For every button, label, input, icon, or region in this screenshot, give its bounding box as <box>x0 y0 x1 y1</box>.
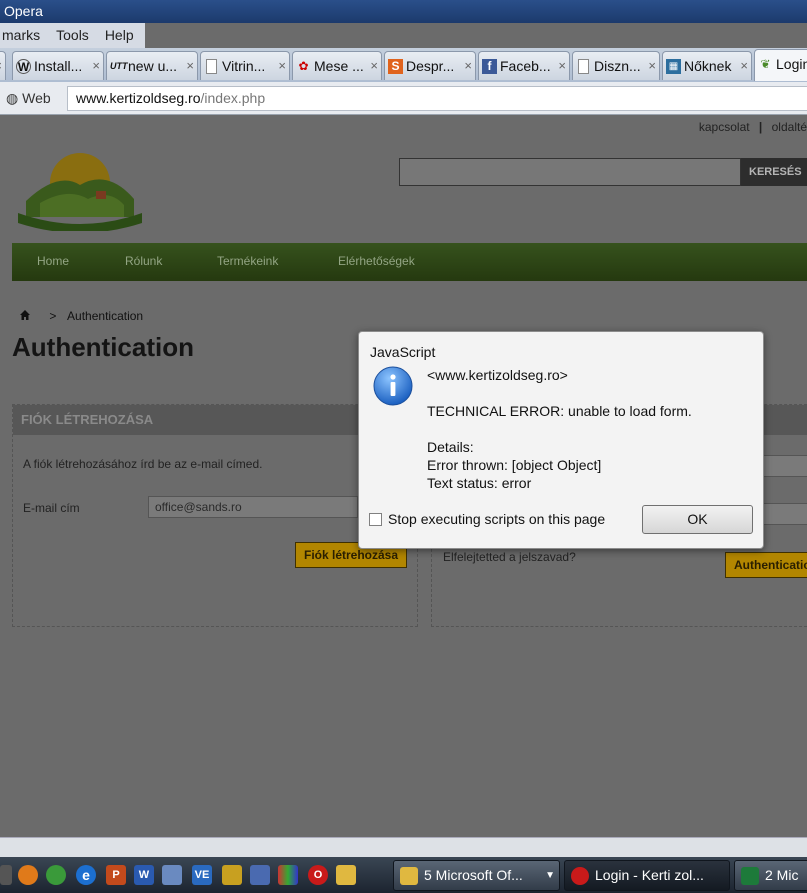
taskbar-opera-login[interactable]: Login - Kerti zol... <box>564 860 730 891</box>
nok-icon: ▦ <box>666 59 681 74</box>
close-icon[interactable]: × <box>464 52 472 80</box>
tab-new[interactable]: UTT new u... × <box>106 51 198 80</box>
tab-vitrin[interactable]: Vitrin... × <box>200 51 290 80</box>
page-title: Authentication <box>12 332 194 362</box>
main-nav: Home Rólunk Termékeink Elérhetőségek <box>12 243 807 281</box>
leaf-icon: ❦ <box>760 57 771 71</box>
nav-home[interactable]: Home <box>37 254 69 268</box>
dialog-details-heading: Details: <box>427 439 474 455</box>
home-icon[interactable] <box>20 310 30 320</box>
close-icon[interactable]: × <box>648 52 656 80</box>
word-icon[interactable]: W <box>134 865 154 885</box>
start-edge[interactable] <box>0 865 12 885</box>
tab-strip: × WInstall...× UTTnew u...× Vitrin...× ✿… <box>0 48 807 82</box>
password-field[interactable] <box>762 503 807 525</box>
page-icon <box>578 59 589 74</box>
excel-icon <box>741 867 759 885</box>
window-title: Opera <box>4 3 43 19</box>
globe-icon: ◍ <box>6 90 19 106</box>
menu-tools[interactable]: Tools <box>56 27 89 43</box>
close-icon[interactable]: × <box>186 52 194 80</box>
dialog-message: <www.kertizoldseg.ro> TECHNICAL ERROR: u… <box>427 366 692 492</box>
search-input[interactable] <box>399 158 741 186</box>
email-field[interactable]: office@sands.ro <box>148 496 358 518</box>
chevron-down-icon: ▼ <box>545 870 555 881</box>
tab-mese[interactable]: ✿ Mese ... × <box>292 51 382 80</box>
s-icon: S <box>388 59 403 74</box>
nav-termekeink[interactable]: Termékeink <box>217 254 278 268</box>
taskbar-microsoft-office[interactable]: 5 Microsoft Of... ▼ <box>393 860 560 891</box>
top-links: kapcsolat | oldalté <box>698 120 807 134</box>
tab-despr[interactable]: S Despr... × <box>384 51 476 80</box>
address-bar: ◍ Web www.kertizoldseg.ro/index.php <box>0 82 807 115</box>
breadcrumb-current: Authentication <box>67 309 144 323</box>
firefox-icon[interactable] <box>18 865 38 885</box>
facebook-icon: f <box>482 59 497 74</box>
dialog-text-status: Text status: error <box>427 475 532 491</box>
breadcrumb: > Authentication <box>20 309 143 323</box>
utt-icon: UTT <box>110 61 128 71</box>
taskbar-excel[interactable]: 2 Mic <box>734 860 807 891</box>
mese-icon: ✿ <box>298 59 309 73</box>
page-icon <box>206 59 217 74</box>
chrome-icon[interactable] <box>46 865 66 885</box>
opera-icon[interactable]: O <box>308 865 328 885</box>
status-bar <box>0 837 807 857</box>
tab-facebook[interactable]: f Faceb... × <box>478 51 570 80</box>
email-label: E-mail cím <box>23 501 80 515</box>
internet-explorer-icon[interactable]: e <box>76 865 96 885</box>
powerpoint-icon[interactable]: P <box>106 865 126 885</box>
wordpress-icon: W <box>16 59 31 74</box>
create-account-heading: FIÓK LÉTREHOZÁSA <box>13 405 417 435</box>
url-host: www.kertizoldseg.ro <box>76 90 201 106</box>
tab-install[interactable]: W Install... × <box>12 51 104 80</box>
tab-login[interactable]: ❦ Login <box>754 49 807 81</box>
tools-icon[interactable] <box>222 865 242 885</box>
menu-bookmarks[interactable]: marks <box>2 27 40 43</box>
menu-help[interactable]: Help <box>105 27 134 43</box>
tab-diszn[interactable]: Diszn... × <box>572 51 660 80</box>
close-icon[interactable]: × <box>278 52 286 80</box>
windows-taskbar: e P W VE O 5 Microsoft Of... ▼ Login - Ke… <box>0 857 807 893</box>
close-icon[interactable]: × <box>558 52 566 80</box>
dialog-title: JavaScript <box>370 344 436 360</box>
login-email-field[interactable] <box>762 455 807 477</box>
floppy-icon[interactable] <box>250 865 270 885</box>
window-icon[interactable] <box>162 865 182 885</box>
web-badge[interactable]: ◍ Web <box>6 90 51 107</box>
mail-icon[interactable] <box>336 865 356 885</box>
menu-bar: marks Tools Help <box>0 23 145 48</box>
dialog-error-thrown: Error thrown: [object Object] <box>427 457 602 473</box>
login-button[interactable]: Authenticatio <box>725 552 807 578</box>
opera-icon <box>571 867 589 885</box>
close-icon[interactable]: × <box>92 52 100 80</box>
nav-rolunk[interactable]: Rólunk <box>125 254 162 268</box>
office-group-icon <box>400 867 418 885</box>
tab-partial[interactable]: × <box>0 51 6 80</box>
close-icon[interactable]: × <box>0 52 2 80</box>
info-icon <box>373 366 413 406</box>
url-path: /index.php <box>200 90 266 106</box>
close-icon[interactable]: × <box>370 52 378 80</box>
dialog-error-message: TECHNICAL ERROR: unable to load form. <box>427 403 692 419</box>
ve-icon[interactable]: VE <box>192 865 212 885</box>
stop-scripts-label[interactable]: Stop executing scripts on this page <box>388 511 605 527</box>
flag-icon[interactable] <box>278 865 298 885</box>
close-icon[interactable]: × <box>740 52 748 80</box>
nav-elerhetosegek[interactable]: Elérhetőségek <box>338 254 415 268</box>
javascript-alert-dialog: JavaScript <www.kertizoldseg.ro> TECHNIC… <box>358 331 764 549</box>
tab-noknek[interactable]: ▦ Nőknek × <box>662 51 752 80</box>
site-logo[interactable] <box>18 151 142 231</box>
stop-scripts-checkbox[interactable] <box>369 513 382 526</box>
dialog-origin: <www.kertizoldseg.ro> <box>427 367 568 383</box>
ok-button[interactable]: OK <box>642 505 753 534</box>
forgot-password-link[interactable]: Elfelejtetted a jelszavad? <box>443 550 576 564</box>
sitemap-link[interactable]: oldalté <box>772 120 807 134</box>
contact-link[interactable]: kapcsolat <box>699 120 750 134</box>
url-input[interactable]: www.kertizoldseg.ro/index.php <box>67 86 807 111</box>
search-button[interactable]: KERESÉS <box>741 158 807 186</box>
window-title-bar: Opera <box>0 0 807 23</box>
create-account-description: A fiók létrehozásához írd be az e-mail c… <box>23 457 263 471</box>
